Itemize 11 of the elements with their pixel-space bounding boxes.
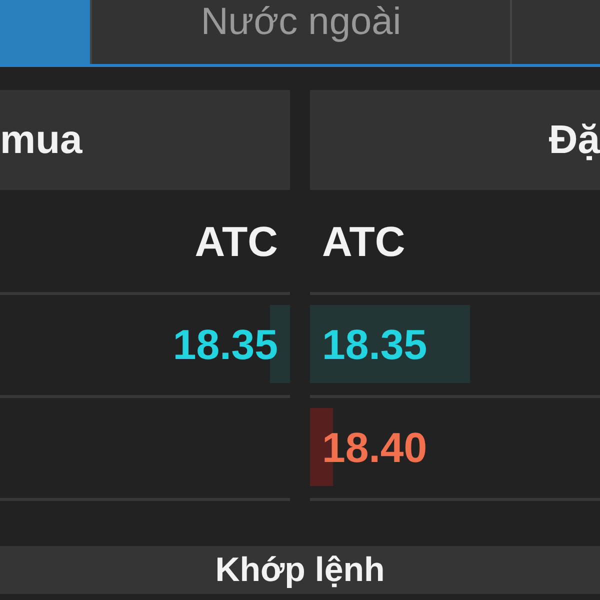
price-text: ATC xyxy=(321,218,406,266)
price-text: ATC xyxy=(194,218,279,266)
tab[interactable]: Nước ngoài xyxy=(92,0,510,64)
price-text: 18.35 xyxy=(321,321,428,369)
column-header: mua xyxy=(0,118,82,162)
tab[interactable] xyxy=(0,0,90,64)
column-header: Đặ xyxy=(548,118,600,162)
tab[interactable] xyxy=(512,0,600,64)
matched-orders-button[interactable]: Khớp lệnh xyxy=(0,546,600,594)
price-text: 18.40 xyxy=(321,424,428,472)
price-text: 18.35 xyxy=(172,321,279,369)
